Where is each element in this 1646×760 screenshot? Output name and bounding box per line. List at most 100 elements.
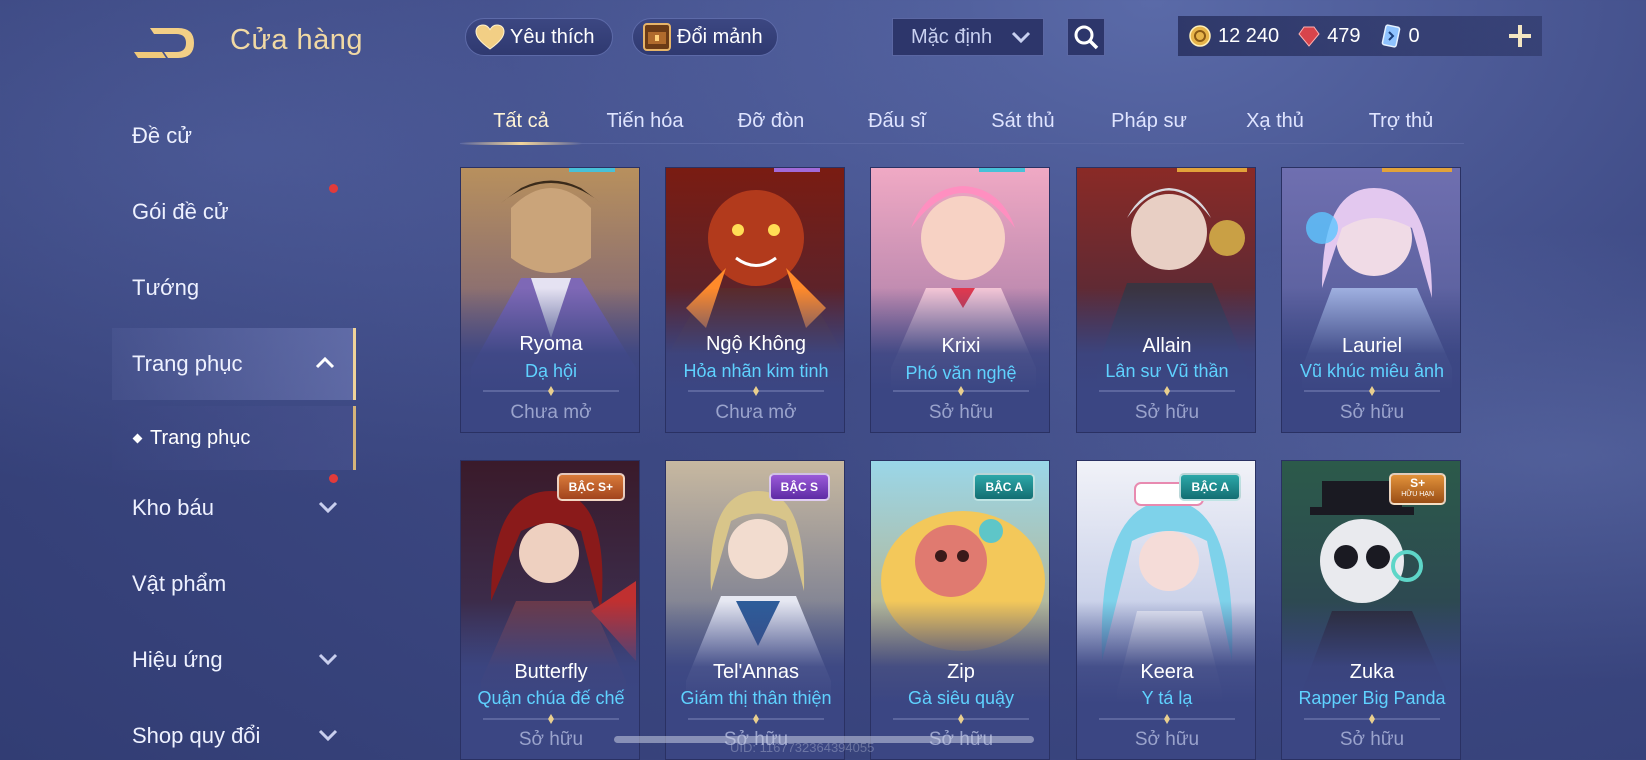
back-arrow-icon bbox=[134, 28, 194, 58]
sidebar-item-label: Trang phục bbox=[132, 351, 243, 376]
hero-name: Zuka bbox=[1349, 661, 1395, 683]
gem-currency: 479 bbox=[1297, 24, 1361, 48]
skin-name: Lân sư Vũ thần bbox=[1105, 361, 1229, 381]
user-id-watermark: UID: 1167732364394055 bbox=[730, 740, 875, 755]
sidebar-item-effects[interactable]: Hiệu ứng bbox=[112, 624, 356, 696]
ownership-status: Sở hữu bbox=[928, 402, 994, 423]
skin-name: Quận chúa đế chế bbox=[477, 688, 625, 708]
hero-name: Lauriel bbox=[1341, 335, 1403, 357]
page-title: Cửa hàng bbox=[230, 24, 364, 56]
tab-evolution[interactable]: Tiến hóa bbox=[582, 98, 708, 144]
tier-badge-limited: S+ HỮU HẠN bbox=[1389, 473, 1446, 505]
currency-bar: 12 240 479 0 bbox=[1178, 16, 1542, 56]
sidebar-item-heroes[interactable]: Tướng bbox=[112, 252, 356, 324]
skin-name: Gà siêu quậy bbox=[907, 688, 1015, 708]
skin-name: Vũ khúc miêu ảnh bbox=[1299, 361, 1445, 381]
voucher-currency: 0 bbox=[1379, 24, 1420, 48]
diamond-bullet-icon bbox=[132, 433, 143, 443]
card-divider-ornament bbox=[483, 714, 619, 724]
hero-name: Tel'Annas bbox=[712, 661, 800, 683]
hero-name: Zip bbox=[947, 661, 975, 683]
sidebar-item-recommended-packs[interactable]: Gói đề cử bbox=[112, 176, 356, 248]
tab-marksman[interactable]: Xạ thủ bbox=[1212, 98, 1338, 144]
search-button[interactable] bbox=[1067, 18, 1105, 56]
hero-name: Ngộ Không bbox=[705, 333, 807, 355]
ownership-status: Chưa mở bbox=[510, 402, 592, 423]
skin-card[interactable]: Krixi Phó văn nghệ Sở hữu bbox=[870, 167, 1050, 433]
sort-value: Mặc định bbox=[911, 25, 993, 48]
sidebar-subitem-skins[interactable]: Trang phục bbox=[112, 406, 356, 470]
card-divider-ornament bbox=[688, 714, 824, 724]
gold-coin-icon bbox=[1189, 25, 1211, 47]
sidebar-item-items[interactable]: Vật phẩm bbox=[112, 548, 356, 620]
sort-dropdown[interactable]: Mặc định bbox=[892, 18, 1044, 56]
ownership-status: Sở hữu bbox=[1339, 402, 1405, 423]
heart-icon bbox=[474, 22, 506, 52]
sidebar-item-label: Shop quy đổi bbox=[132, 723, 261, 748]
card-divider-ornament bbox=[1099, 386, 1235, 396]
skin-name: Rapper Big Panda bbox=[1298, 688, 1446, 708]
search-icon bbox=[1074, 25, 1099, 50]
ownership-status: Sở hữu bbox=[1134, 729, 1200, 750]
tier-badge: BẬC A bbox=[1179, 473, 1241, 501]
sidebar: Đề cử Gói đề cử Tướng Trang phục Trang p… bbox=[112, 100, 356, 760]
tab-tank[interactable]: Đỡ đòn bbox=[708, 98, 834, 144]
skin-card[interactable]: BẬC S Tel'Annas Giám thị thân thiện Sở h… bbox=[665, 460, 845, 760]
card-divider-ornament bbox=[688, 386, 824, 396]
tab-all[interactable]: Tất cả bbox=[460, 98, 582, 145]
card-top-tag bbox=[569, 168, 615, 172]
notification-dot bbox=[329, 474, 338, 483]
tier-badge: BẬC S+ bbox=[556, 473, 625, 501]
hero-name: Keera bbox=[1140, 661, 1194, 683]
card-divider-ornament bbox=[893, 714, 1029, 724]
sidebar-item-label: Kho báu bbox=[132, 495, 214, 520]
sidebar-item-recommended[interactable]: Đề cử bbox=[112, 100, 356, 172]
skin-card[interactable]: Allain Lân sư Vũ thần Sở hữu bbox=[1076, 167, 1256, 433]
tab-support[interactable]: Trợ thủ bbox=[1338, 98, 1464, 144]
skin-card[interactable]: S+ HỮU HẠN Zuka Rapper Big Panda Sở hữu bbox=[1281, 460, 1461, 760]
sidebar-item-exchange-shop[interactable]: Shop quy đổi bbox=[112, 700, 356, 760]
skin-card[interactable]: Ryoma Dạ hội Chưa mở bbox=[460, 167, 640, 433]
skin-name: Y tá lạ bbox=[1141, 688, 1193, 708]
favorites-button[interactable]: Yêu thích bbox=[465, 18, 613, 56]
ownership-status: Sở hữu bbox=[1134, 402, 1200, 423]
favorites-label: Yêu thích bbox=[510, 25, 595, 48]
hero-name: Krixi bbox=[941, 335, 981, 357]
add-currency-button[interactable] bbox=[1500, 16, 1540, 56]
voucher-card-icon bbox=[1381, 24, 1400, 48]
sidebar-item-label: Gói đề cử bbox=[132, 199, 229, 224]
chevron-down-icon bbox=[318, 501, 338, 514]
notification-dot bbox=[329, 184, 338, 193]
sidebar-item-treasure[interactable]: Kho báu bbox=[112, 472, 356, 544]
sidebar-item-skins[interactable]: Trang phục bbox=[112, 328, 356, 400]
skin-card[interactable]: Ngộ Không Hỏa nhãn kim tinh Chưa mở bbox=[665, 167, 845, 433]
chevron-up-icon bbox=[315, 356, 335, 369]
skin-card[interactable]: BẬC A Keera Y tá lạ Sở hữu bbox=[1076, 460, 1256, 760]
back-button[interactable] bbox=[132, 22, 198, 62]
tab-mage[interactable]: Pháp sư bbox=[1086, 98, 1212, 144]
sidebar-subitem-label: Trang phục bbox=[150, 426, 251, 449]
skin-card[interactable]: BẬC S+ Butterfly Quận chúa đế chế Sở hữu bbox=[460, 460, 640, 760]
red-gem-icon bbox=[1298, 26, 1320, 47]
chevron-down-icon bbox=[318, 729, 338, 742]
skin-name: Dạ hội bbox=[524, 361, 578, 381]
ownership-status: Sở hữu bbox=[1339, 729, 1405, 750]
sidebar-item-label: Hiệu ứng bbox=[132, 647, 223, 672]
card-top-tag bbox=[1177, 168, 1247, 172]
exchange-label: Đổi mảnh bbox=[677, 25, 763, 48]
tab-fighter[interactable]: Đấu sĩ bbox=[834, 98, 960, 144]
skin-card[interactable]: Lauriel Vũ khúc miêu ảnh Sở hữu bbox=[1281, 167, 1461, 433]
tier-badge-sublabel: HỮU HẠN bbox=[1401, 491, 1434, 498]
gold-currency: 12 240 bbox=[1188, 24, 1279, 48]
hero-name: Ryoma bbox=[519, 333, 583, 355]
skin-card[interactable]: BẬC A Zip Gà siêu quậy Sở hữu bbox=[870, 460, 1050, 760]
tab-assassin[interactable]: Sát thủ bbox=[960, 98, 1086, 144]
tier-badge-label: S+ bbox=[1410, 476, 1426, 490]
sidebar-item-label: Đề cử bbox=[132, 123, 192, 148]
card-divider-ornament bbox=[893, 386, 1029, 396]
exchange-shards-button[interactable]: Đổi mảnh bbox=[632, 18, 778, 56]
sidebar-item-label: Vật phẩm bbox=[132, 571, 227, 596]
card-top-tag bbox=[774, 168, 820, 172]
plus-icon bbox=[1509, 25, 1531, 47]
role-tabs: Tất cả Tiến hóa Đỡ đòn Đấu sĩ Sát thủ Ph… bbox=[460, 98, 1464, 145]
